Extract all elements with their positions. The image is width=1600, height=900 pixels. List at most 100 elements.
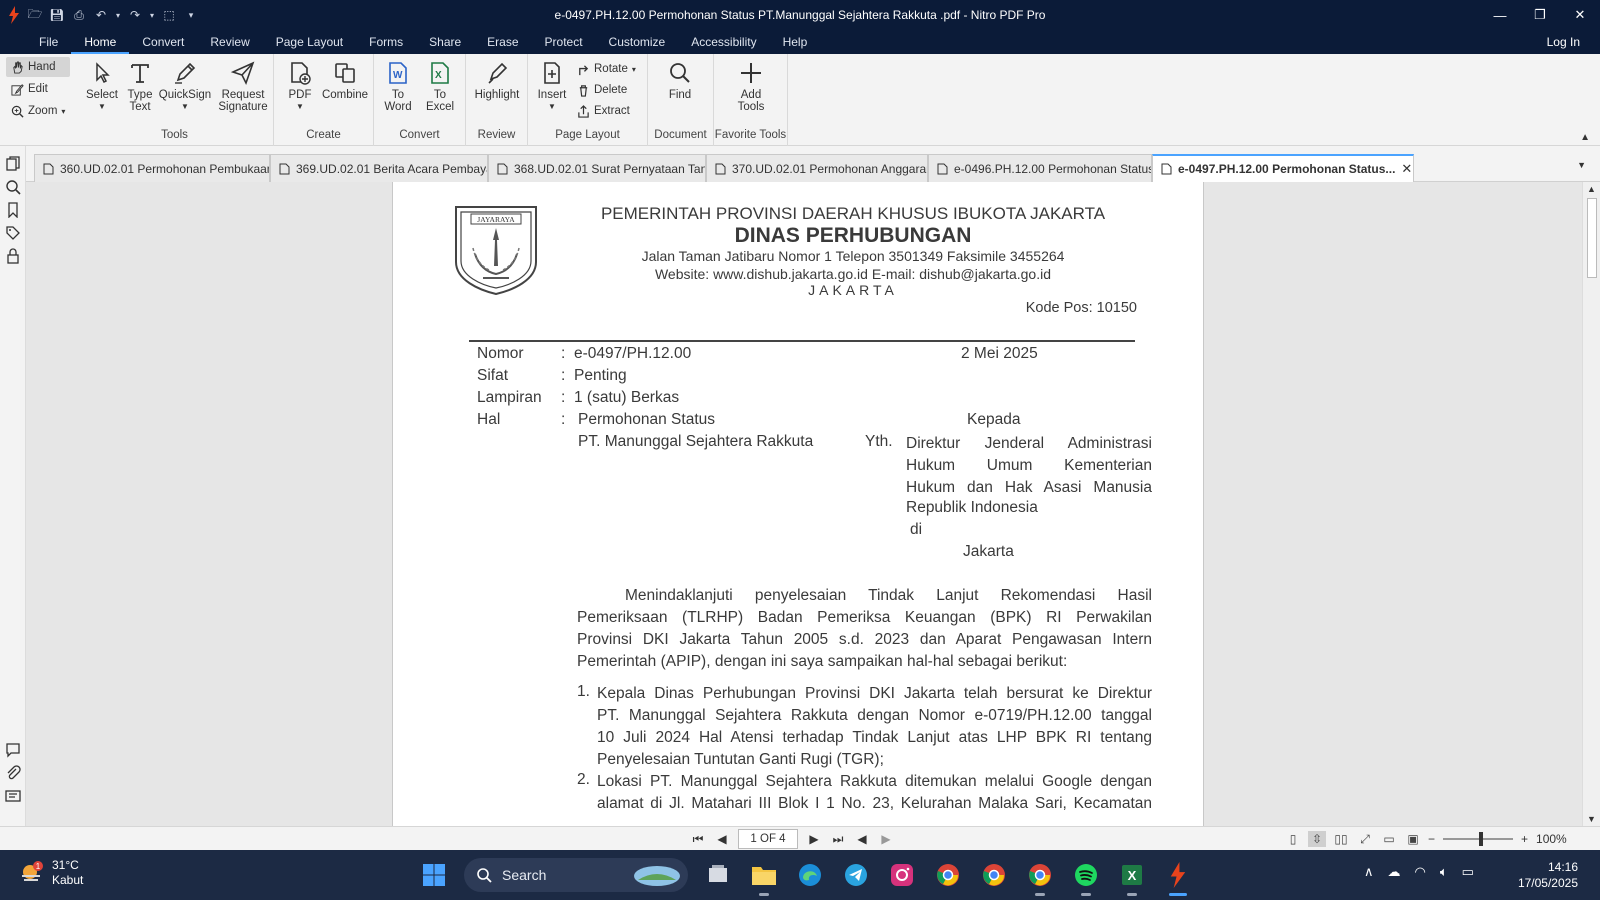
delete-button[interactable]: Delete: [577, 81, 627, 99]
tags-icon[interactable]: [5, 225, 21, 241]
tab-customize[interactable]: Customize: [596, 30, 679, 54]
insert-button[interactable]: Insert ▼: [534, 60, 570, 111]
tabs-dropdown-icon[interactable]: ▼: [1577, 160, 1586, 170]
page-number-input[interactable]: 1 OF 4: [738, 829, 798, 849]
tab-protect[interactable]: Protect: [532, 30, 596, 54]
tab-convert[interactable]: Convert: [129, 30, 197, 54]
tab-accessibility[interactable]: Accessibility: [678, 30, 769, 54]
previous-view-icon[interactable]: ◀: [854, 831, 870, 847]
start-button[interactable]: [418, 859, 450, 891]
telegram-button[interactable]: [840, 859, 872, 891]
login-link[interactable]: Log In: [1547, 30, 1580, 54]
zoom-out-icon[interactable]: −: [1428, 832, 1435, 846]
taskbar-clock[interactable]: 14:16 17/05/2025: [1518, 859, 1578, 891]
edge-browser-button[interactable]: [794, 859, 826, 891]
nitro-pdf-app-button[interactable]: [1162, 859, 1194, 896]
print-icon[interactable]: ⎙: [70, 6, 88, 24]
request-signature-button[interactable]: Request Signature: [214, 60, 272, 113]
combine-button[interactable]: Combine: [320, 60, 370, 101]
edit-mode-button[interactable]: Edit: [6, 79, 70, 99]
minimize-button[interactable]: —: [1480, 0, 1520, 30]
next-view-icon[interactable]: ▶: [878, 831, 894, 847]
to-word-button[interactable]: W To Word: [380, 60, 416, 113]
facing-view-icon[interactable]: ▯▯: [1332, 831, 1350, 847]
tab-forms[interactable]: Forms: [356, 30, 416, 54]
chrome-profile-3-button[interactable]: [1024, 859, 1056, 896]
zoom-mode-button[interactable]: Zoom ▾: [6, 101, 70, 121]
next-page-icon[interactable]: ▶: [806, 831, 822, 847]
security-lock-icon[interactable]: [5, 248, 21, 264]
excel-app-button[interactable]: X: [1116, 859, 1148, 896]
single-page-view-icon[interactable]: ▯: [1284, 831, 1302, 847]
close-tab-icon[interactable]: ✕: [1401, 161, 1412, 177]
document-viewport[interactable]: JAYARAYA PEMERINTAH PROVINSI DAERAH KHUS…: [26, 182, 1582, 826]
search-panel-icon[interactable]: [5, 179, 21, 195]
select-button[interactable]: Select ▼: [84, 60, 120, 111]
zoom-in-icon[interactable]: +: [1521, 832, 1528, 846]
doc-tab-368[interactable]: 368.UD.02.01 Surat Pernyataan Tan...: [488, 154, 706, 182]
zoom-level[interactable]: 100%: [1536, 832, 1567, 846]
doc-tab-360[interactable]: 360.UD.02.01 Permohonan Pembukaan...: [34, 154, 270, 182]
show-hidden-icons-icon[interactable]: ∧: [1364, 864, 1374, 880]
attachments-icon[interactable]: [5, 765, 21, 781]
save-icon[interactable]: 💾︎: [48, 6, 66, 24]
find-button[interactable]: Find: [662, 60, 698, 101]
battery-icon[interactable]: ▭: [1462, 864, 1474, 880]
open-folder-icon[interactable]: 🗁: [26, 6, 44, 24]
tab-help[interactable]: Help: [770, 30, 821, 54]
pages-panel-icon[interactable]: [5, 156, 21, 172]
tab-review[interactable]: Review: [197, 30, 262, 54]
file-explorer-button[interactable]: [748, 859, 780, 896]
doc-tab-e0496[interactable]: e-0496.PH.12.00 Permohonan Status...: [928, 154, 1152, 182]
chrome-profile-2-button[interactable]: [978, 859, 1010, 891]
wifi-icon[interactable]: ◠: [1415, 864, 1426, 880]
volume-icon[interactable]: 🔈︎: [1440, 864, 1448, 880]
undo-icon[interactable]: ↶: [92, 6, 110, 24]
taskbar-search[interactable]: Search: [464, 858, 688, 892]
quicksign-button[interactable]: QuickSign ▼: [158, 60, 212, 111]
tab-file[interactable]: File: [26, 30, 71, 54]
zoom-slider[interactable]: [1443, 832, 1514, 846]
select-area-icon[interactable]: ⬚: [160, 6, 178, 24]
doc-tab-369[interactable]: 369.UD.02.01 Berita Acara Pembaya...: [270, 154, 488, 182]
doc-tab-370[interactable]: 370.UD.02.01 Permohonan Anggaran: [706, 154, 928, 182]
continuous-view-icon[interactable]: ⇳: [1308, 831, 1326, 847]
chrome-profile-1-button[interactable]: [932, 859, 964, 891]
last-page-icon[interactable]: ⏭: [830, 831, 846, 847]
tab-home[interactable]: Home: [71, 30, 130, 54]
fit-width-icon[interactable]: ⤢: [1356, 831, 1374, 847]
first-page-icon[interactable]: ⏮: [690, 831, 706, 847]
customize-qat-icon[interactable]: ▾: [182, 6, 200, 24]
vertical-scrollbar[interactable]: ▲ ▼: [1582, 182, 1600, 826]
tab-erase[interactable]: Erase: [474, 30, 531, 54]
undo-dropdown-icon[interactable]: ▾: [114, 6, 122, 24]
zoom-slider-handle[interactable]: [1479, 832, 1484, 846]
tab-page-layout[interactable]: Page Layout: [263, 30, 356, 54]
to-excel-button[interactable]: X To Excel: [422, 60, 458, 113]
scroll-up-icon[interactable]: ▲: [1587, 184, 1596, 194]
close-window-button[interactable]: ✕: [1560, 0, 1600, 30]
create-pdf-button[interactable]: PDF ▼: [282, 60, 318, 111]
hand-mode-button[interactable]: Hand: [6, 57, 70, 77]
restore-button[interactable]: ❐: [1520, 0, 1560, 30]
spotify-button[interactable]: [1070, 859, 1102, 896]
doc-tab-e0497[interactable]: e-0497.PH.12.00 Permohonan Status... ✕: [1152, 154, 1414, 182]
scroll-thumb[interactable]: [1587, 198, 1597, 278]
onedrive-icon[interactable]: ☁: [1388, 864, 1401, 880]
redo-dropdown-icon[interactable]: ▾: [148, 6, 156, 24]
scroll-down-icon[interactable]: ▼: [1587, 814, 1596, 824]
bookmarks-icon[interactable]: [5, 202, 21, 218]
type-text-button[interactable]: Type Text: [126, 60, 154, 113]
tab-share[interactable]: Share: [416, 30, 474, 54]
add-tools-button[interactable]: Add Tools: [732, 60, 770, 113]
fields-panel-icon[interactable]: [5, 788, 21, 804]
weather-widget[interactable]: 1 31°C Kabut: [18, 858, 83, 888]
redo-icon[interactable]: ↷: [126, 6, 144, 24]
reading-mode-icon[interactable]: ▣: [1404, 831, 1422, 847]
rotate-button[interactable]: Rotate ▾: [577, 60, 636, 78]
previous-page-icon[interactable]: ◀: [714, 831, 730, 847]
highlight-button[interactable]: Highlight: [470, 60, 524, 101]
extract-button[interactable]: Extract: [577, 102, 630, 120]
comments-icon[interactable]: [5, 742, 21, 758]
collapse-ribbon-icon[interactable]: ▲: [1580, 132, 1590, 143]
